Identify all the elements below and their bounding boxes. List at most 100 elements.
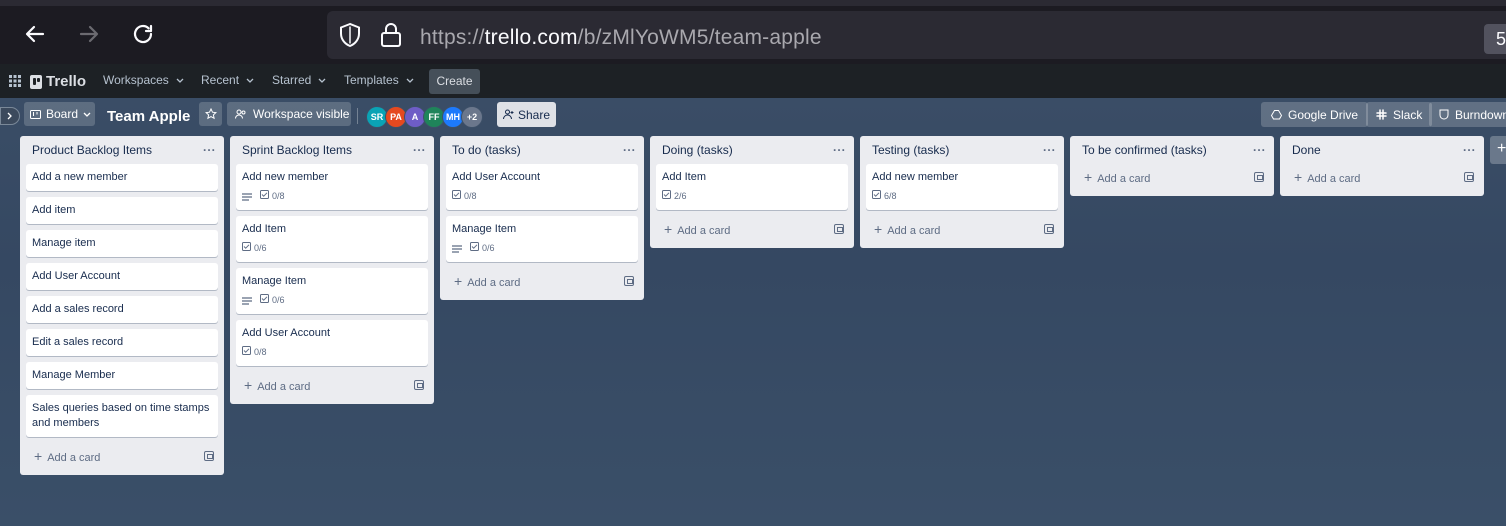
card-title: Sales queries based on time stamps and m… [32,402,210,429]
card[interactable]: Add Item 2/6 [656,164,848,210]
menu-starred[interactable]: Starred [272,73,326,87]
sidebar-toggle[interactable] [0,107,20,125]
reload-button[interactable] [129,20,157,48]
card-title: Add User Account [452,171,541,183]
card[interactable]: Manage item [26,230,218,257]
board-title[interactable]: Team Apple [107,108,190,125]
apps-grid-icon[interactable] [9,75,21,87]
add-list-button[interactable]: + [1490,136,1506,164]
card[interactable]: Add User Account 0/8 [446,164,638,210]
card[interactable]: Add new member 0/8 [236,164,428,210]
card[interactable]: Add User Account 0/8 [236,320,428,366]
list-title[interactable]: Doing (tasks) [662,143,733,157]
card[interactable]: Manage Member [26,362,218,389]
share-button[interactable]: Share [497,102,556,127]
list-menu-button[interactable]: ... [203,140,216,154]
card-template-icon[interactable] [204,451,214,461]
add-card-button[interactable]: + Add a card [1286,164,1478,190]
back-button[interactable] [21,20,49,48]
list-menu-button[interactable]: ... [1253,140,1266,154]
list-title[interactable]: Product Backlog Items [32,143,152,157]
chevron-down-icon [406,78,414,83]
google-drive-icon [1271,109,1282,119]
card[interactable]: Add new member 6/8 [866,164,1058,210]
card-template-icon[interactable] [1044,224,1054,234]
card[interactable]: Add Item 0/6 [236,216,428,262]
card-title: Add User Account [32,270,121,282]
list-menu-button[interactable]: ... [413,140,426,154]
add-card-text: Add a card [677,225,731,237]
checklist-count: 0/8 [254,347,267,357]
add-card-button[interactable]: + Add a card [446,268,638,294]
card[interactable]: Add User Account [26,263,218,290]
card-template-icon[interactable] [1254,172,1264,182]
chevron-down-icon [83,112,91,117]
menu-templates[interactable]: Templates [344,73,414,87]
star-button[interactable] [199,102,222,126]
card-template-icon[interactable] [834,224,844,234]
plus-icon: + [1084,169,1093,185]
card-badges: 0/8 [242,345,422,360]
checklist-icon [260,293,269,308]
list-title[interactable]: Testing (tasks) [872,143,949,157]
chevron-down-icon [176,78,184,83]
board-view-switcher[interactable]: Board [24,102,95,126]
card[interactable]: Add item [26,197,218,224]
card-title: Add a sales record [32,303,124,315]
trello-logo[interactable]: Trello [30,73,86,90]
powerup-google-drive[interactable]: Google Drive [1261,102,1369,127]
checklist-icon [242,345,251,360]
star-icon [204,108,217,120]
list-menu-button[interactable]: ... [833,140,846,154]
menu-recent[interactable]: Recent [201,73,254,87]
checklist-icon [872,189,881,204]
card[interactable]: Add a sales record [26,296,218,323]
powerup-burndown[interactable]: Burndown [1429,102,1506,127]
extension-badge[interactable]: 5 [1484,24,1506,54]
add-card-button[interactable]: + Add a card [866,216,1058,242]
browser-toolbar: https://trello.com/b/zMlYoWM5/team-apple… [0,0,1506,64]
forward-button[interactable] [75,20,103,48]
list-title[interactable]: To do (tasks) [452,143,521,157]
list-menu-button[interactable]: ... [1043,140,1056,154]
card[interactable]: Edit a sales record [26,329,218,356]
more-members-avatar[interactable]: +2 [461,106,483,128]
add-card-button[interactable]: + Add a card [1076,164,1268,190]
card-badges: 0/6 [242,241,422,256]
card-template-icon[interactable] [624,276,634,286]
card-template-icon[interactable] [1464,172,1474,182]
people-icon [235,109,246,119]
url-text[interactable]: https://trello.com/b/zMlYoWM5/team-apple [420,26,822,50]
card[interactable]: Add a new member [26,164,218,191]
checklist-count: 2/6 [674,191,687,201]
add-card-button[interactable]: + Add a card [656,216,848,242]
checklist-icon [470,241,479,256]
card[interactable]: Manage Item 0/6 [446,216,638,262]
list-title[interactable]: Sprint Backlog Items [242,143,352,157]
card-badges: 2/6 [662,189,842,204]
slack-icon [1376,109,1387,120]
list: Sprint Backlog Items... Add new member 0/8… [230,136,434,404]
card-title: Manage item [32,237,96,249]
description-icon [242,192,252,201]
plus-icon: + [34,448,43,464]
lock-icon[interactable] [380,22,402,48]
powerup-slack[interactable]: Slack [1366,102,1433,127]
visibility-button[interactable]: Workspace visible [227,102,351,126]
list-title[interactable]: To be confirmed (tasks) [1082,143,1207,157]
add-card-button[interactable]: + Add a card [236,372,428,398]
list-menu-button[interactable]: ... [1463,140,1476,154]
create-button[interactable]: Create [429,69,480,94]
card-template-icon[interactable] [414,380,424,390]
add-card-button[interactable]: + Add a card [26,443,218,469]
menu-workspaces[interactable]: Workspaces [103,73,184,87]
card[interactable]: Manage Item 0/6 [236,268,428,314]
description-icon [242,296,252,305]
plus-icon: + [1294,169,1303,185]
list-menu-button[interactable]: ... [623,140,636,154]
list-title[interactable]: Done [1292,143,1321,157]
add-card-text: Add a card [887,225,941,237]
card[interactable]: Sales queries based on time stamps and m… [26,395,218,437]
shield-icon[interactable] [338,22,362,48]
list-header: Doing (tasks)... [656,136,848,164]
